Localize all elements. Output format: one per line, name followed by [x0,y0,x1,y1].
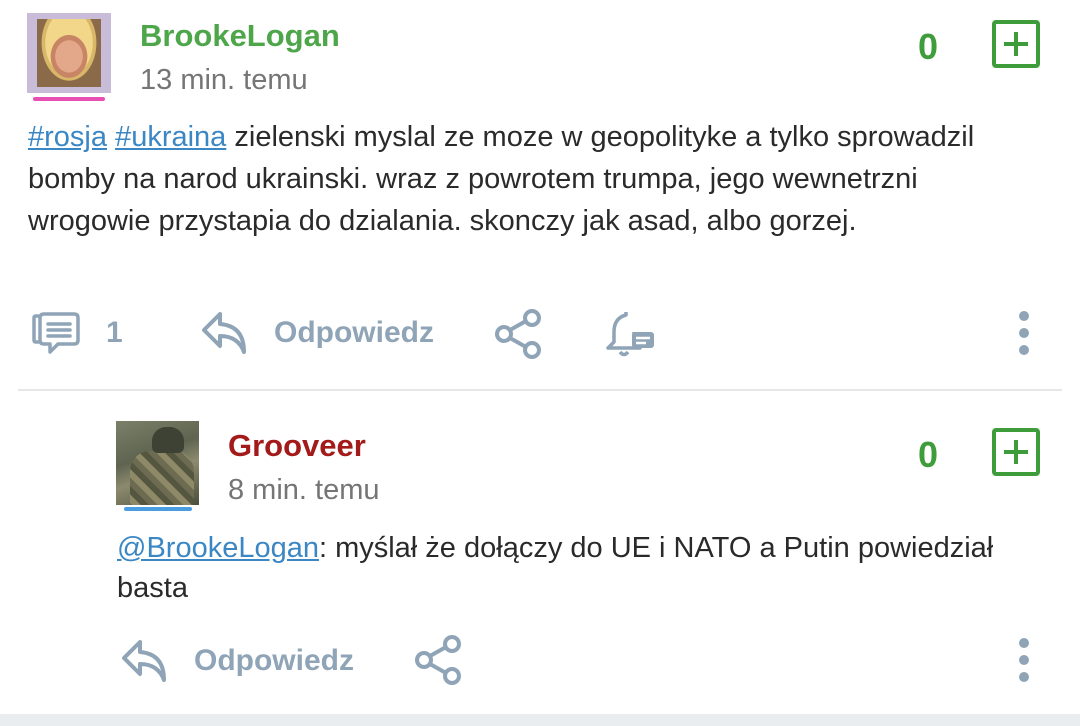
share-icon[interactable] [414,634,464,686]
more-vertical-icon[interactable] [1014,310,1034,356]
reply-upvote-button[interactable] [992,428,1040,476]
post-timestamp: 13 min. temu [140,64,308,96]
reply-arrow-icon[interactable] [200,308,250,358]
divider [18,389,1062,391]
avatar[interactable] [27,13,111,93]
comment-count[interactable]: 1 [106,316,123,350]
reply-content: @BrookeLogan: myślał że dołączy do UE i … [117,528,1017,608]
reply-button[interactable]: Odpowiedz [194,644,354,678]
post-author[interactable]: BrookeLogan [140,18,340,54]
post-content: #rosja #ukraina zielenski myslal ze moze… [28,116,1048,242]
avatar-gender-indicator [33,97,105,101]
share-icon[interactable] [494,308,544,360]
reply-arrow-icon[interactable] [120,636,170,686]
reply-avatar[interactable] [116,421,199,505]
post-upvote-button[interactable] [992,20,1040,68]
tag-link[interactable]: #ukraina [115,121,226,153]
mention-link[interactable]: @BrookeLogan [117,532,319,564]
tag-link[interactable]: #rosja [28,121,107,153]
reply-button[interactable]: Odpowiedz [274,316,434,350]
next-item-edge [0,714,1080,726]
avatar-image [37,19,101,87]
reply-timestamp: 8 min. temu [228,474,380,506]
avatar-gender-indicator [124,507,192,511]
avatar-image [130,451,194,505]
post-score: 0 [918,26,939,67]
bell-icon[interactable] [604,308,658,358]
reply-author[interactable]: Grooveer [228,428,366,464]
reply-score: 0 [918,434,939,475]
comment-thread: BrookeLogan 13 min. temu 0 #rosja #ukrai… [0,0,1080,726]
more-vertical-icon[interactable] [1014,637,1034,683]
comments-icon[interactable] [30,310,82,356]
